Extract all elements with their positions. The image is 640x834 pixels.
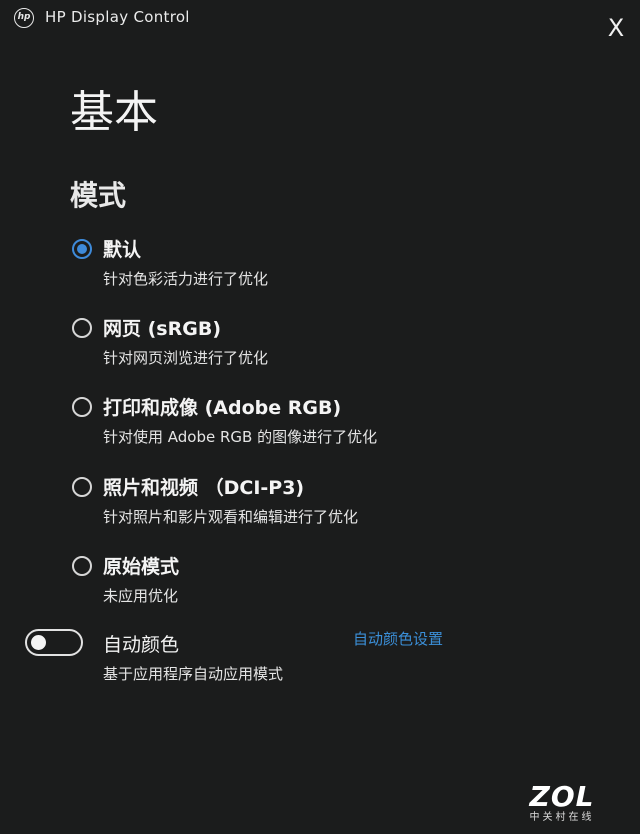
radio-srgb[interactable] bbox=[72, 318, 92, 338]
radio-dci-p3[interactable] bbox=[72, 477, 92, 497]
mode-desc-adobe-rgb: 针对使用 Adobe RGB 的图像进行了优化 bbox=[103, 428, 378, 446]
watermark-logo: ZOL bbox=[529, 780, 595, 813]
mode-desc-default: 针对色彩活力进行了优化 bbox=[103, 270, 269, 288]
mode-label-dci-p3: 照片和视频 （DCI-P3) bbox=[103, 477, 305, 499]
mode-option-srgb[interactable]: 网页 (sRGB) 针对网页浏览进行了优化 bbox=[68, 314, 468, 376]
page-title: 基本 bbox=[70, 87, 158, 138]
auto-color-description: 基于应用程序自动应用模式 bbox=[103, 665, 284, 683]
radio-default[interactable] bbox=[72, 239, 92, 259]
app-title: HP Display Control bbox=[45, 8, 190, 26]
mode-label-native: 原始模式 bbox=[103, 556, 180, 578]
mode-label-adobe-rgb: 打印和成像 (Adobe RGB) bbox=[103, 397, 342, 419]
mode-option-dci-p3[interactable]: 照片和视频 （DCI-P3) 针对照片和影片观看和编辑进行了优化 bbox=[68, 473, 468, 535]
mode-section-title: 模式 bbox=[70, 179, 127, 212]
mode-desc-dci-p3: 针对照片和影片观看和编辑进行了优化 bbox=[103, 508, 359, 526]
auto-color-toggle[interactable] bbox=[25, 629, 83, 656]
mode-label-srgb: 网页 (sRGB) bbox=[103, 318, 221, 340]
mode-option-default[interactable]: 默认 针对色彩活力进行了优化 bbox=[68, 235, 468, 297]
auto-color-label: 自动颜色 bbox=[103, 634, 180, 656]
auto-color-settings-link[interactable]: 自动颜色设置 bbox=[353, 628, 443, 649]
mode-option-native[interactable]: 原始模式 未应用优化 bbox=[68, 552, 468, 614]
radio-adobe-rgb[interactable] bbox=[72, 397, 92, 417]
hp-logo-icon: hp bbox=[14, 8, 34, 28]
mode-desc-srgb: 针对网页浏览进行了优化 bbox=[103, 349, 269, 367]
title-bar: hp HP Display Control X bbox=[0, 0, 640, 44]
close-button[interactable]: X bbox=[600, 12, 632, 44]
mode-desc-native: 未应用优化 bbox=[103, 587, 179, 605]
watermark-subtext: 中关村在线 bbox=[529, 812, 595, 823]
zol-watermark: ZOL 中关村在线 bbox=[514, 782, 610, 826]
mode-option-adobe-rgb[interactable]: 打印和成像 (Adobe RGB) 针对使用 Adobe RGB 的图像进行了优… bbox=[68, 393, 468, 455]
mode-label-default: 默认 bbox=[103, 239, 142, 261]
toggle-knob bbox=[31, 635, 46, 650]
radio-native[interactable] bbox=[72, 556, 92, 576]
